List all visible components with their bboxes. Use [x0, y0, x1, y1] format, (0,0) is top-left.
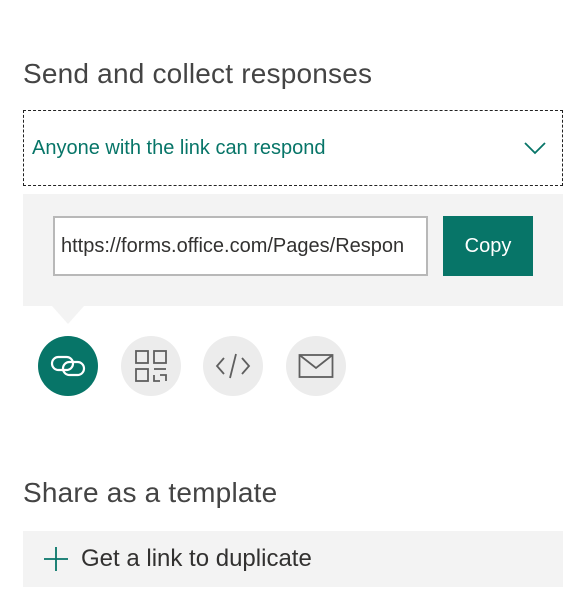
- copy-button[interactable]: Copy: [443, 216, 533, 276]
- qr-code-icon: [135, 350, 167, 382]
- embed-code-icon: [215, 353, 251, 379]
- share-embed-button[interactable]: [203, 336, 263, 396]
- email-icon: [298, 354, 334, 378]
- duplicate-link-label: Get a link to duplicate: [81, 545, 312, 572]
- audience-dropdown[interactable]: Anyone with the link can respond: [23, 110, 563, 186]
- link-icon: [50, 355, 86, 377]
- chevron-down-icon: [524, 142, 546, 155]
- audience-selected-value: Anyone with the link can respond: [32, 136, 326, 159]
- send-section-title: Send and collect responses: [23, 58, 373, 89]
- template-section-title: Share as a template: [23, 477, 278, 508]
- share-email-button[interactable]: [286, 336, 346, 396]
- link-panel: Copy: [23, 194, 563, 306]
- share-qr-button[interactable]: [121, 336, 181, 396]
- panel-pointer: [52, 306, 84, 324]
- get-duplicate-link-button[interactable]: Get a link to duplicate: [23, 531, 563, 587]
- plus-icon: [44, 547, 68, 571]
- share-link-input[interactable]: [53, 216, 428, 276]
- share-link-button[interactable]: [38, 336, 98, 396]
